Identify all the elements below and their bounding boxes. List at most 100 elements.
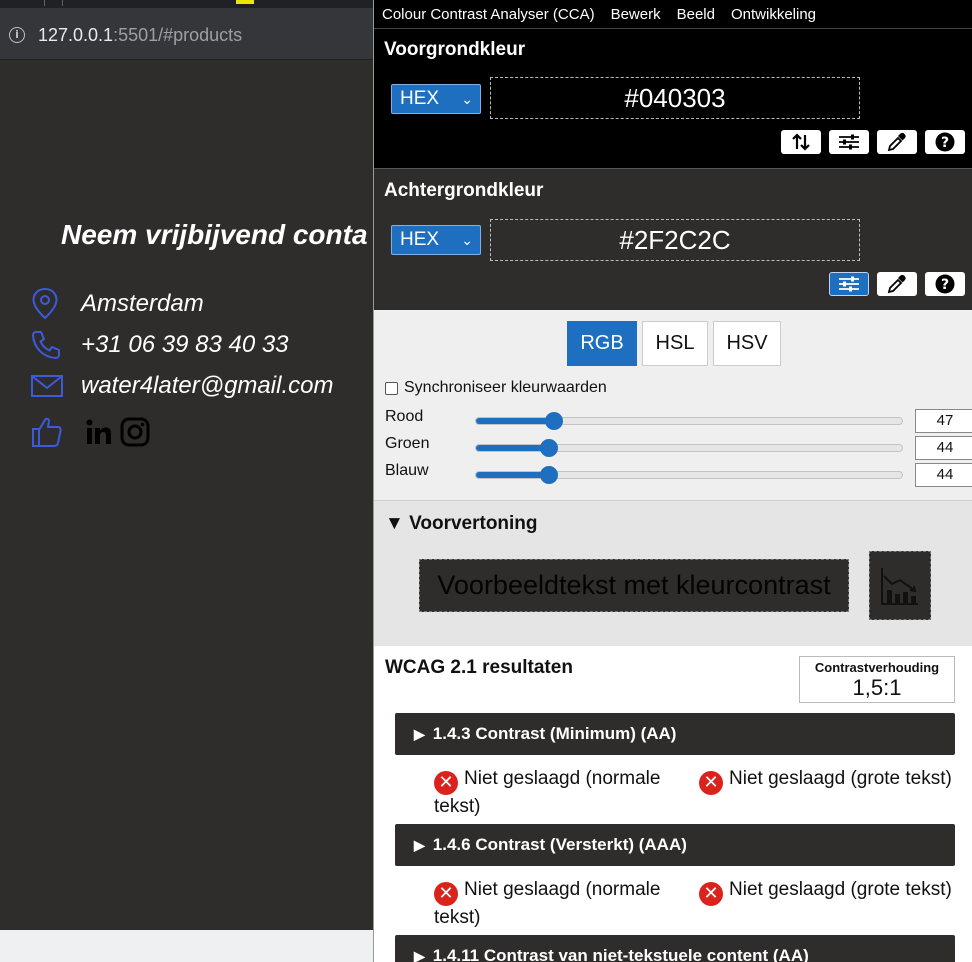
- url-host: 127.0.0.1: [38, 25, 114, 45]
- tab-separator: [44, 0, 45, 6]
- criterion-title: 1.4.6 Contrast (Versterkt) (AAA): [432, 835, 687, 854]
- help-icon: ?: [935, 274, 955, 294]
- triangle-right-icon: ▶: [414, 726, 425, 742]
- contact-phone: +31 06 39 83 40 33: [30, 327, 289, 363]
- social-links: [30, 415, 150, 449]
- menu-app[interactable]: Colour Contrast Analyser (CCA): [382, 6, 595, 23]
- menu-view[interactable]: Beeld: [677, 6, 715, 23]
- instagram-icon[interactable]: [120, 417, 150, 447]
- preview-sample: Voorbeeldtekst met kleurcontrast: [419, 559, 849, 612]
- menu-edit[interactable]: Bewerk: [611, 6, 661, 23]
- contact-email: water4later@gmail.com: [30, 368, 333, 404]
- color-sliders-section: RGB HSL HSV Synchroniseer kleurwaarden R…: [374, 310, 972, 500]
- thumbs-up-icon[interactable]: [30, 415, 64, 449]
- blue-value-input[interactable]: 44: [915, 463, 972, 487]
- triangle-right-icon: ▶: [414, 837, 425, 853]
- chevron-down-icon: ⌄: [461, 91, 473, 107]
- foreground-format-select[interactable]: HEX ⌄: [391, 84, 481, 114]
- background-format-select[interactable]: HEX ⌄: [391, 225, 481, 255]
- slider-red[interactable]: [475, 417, 903, 425]
- tab-separator: [62, 0, 63, 6]
- preview-section: ▼ Voorvertoning Voorbeeldtekst met kleur…: [374, 500, 972, 646]
- slider-label-blue: Blauw: [385, 462, 429, 479]
- contact-location: Amsterdam: [30, 286, 204, 322]
- tab-indicator[interactable]: [236, 0, 254, 4]
- background-title: Achtergrondkleur: [384, 180, 544, 201]
- contrast-ratio-label: Contrastverhouding: [814, 660, 940, 675]
- result-normal-text: ✕ Niet geslaagd (normale tekst): [434, 878, 684, 929]
- menu-develop[interactable]: Ontwikkeling: [731, 6, 816, 23]
- tab-hsl[interactable]: HSL: [642, 321, 708, 366]
- criterion-1-4-11-header[interactable]: ▶ 1.4.11 Contrast van niet-tekstuele cont…: [395, 935, 955, 962]
- foreground-eyedropper-button[interactable]: [877, 130, 917, 154]
- url-text[interactable]: 127.0.0.1:5501/#products: [38, 25, 242, 46]
- fail-x-icon: ✕: [699, 882, 723, 906]
- fail-x-icon: ✕: [434, 771, 458, 795]
- contrast-ratio-box: Contrastverhouding 1,5:1: [799, 656, 955, 703]
- triangle-down-icon: ▼: [385, 513, 404, 534]
- result-large-text: ✕ Niet geslaagd (grote tekst): [699, 767, 972, 795]
- contrast-ratio-value: 1,5:1: [852, 675, 902, 700]
- result-large-text: ✕ Niet geslaagd (grote tekst): [699, 878, 972, 906]
- result-normal-text: ✕ Niet geslaagd (normale tekst): [434, 767, 684, 818]
- slider-fill: [476, 472, 550, 478]
- url-path: :5501/#products: [113, 25, 243, 45]
- criterion-1-4-3-header[interactable]: ▶ 1.4.3 Contrast (Minimum) (AA): [395, 713, 955, 755]
- foreground-section: Voorgrondkleur HEX ⌄ #040303 ?: [374, 29, 972, 168]
- background-help-button[interactable]: ?: [925, 272, 965, 296]
- slider-thumb-blue[interactable]: [540, 466, 559, 484]
- svg-text:?: ?: [941, 135, 949, 151]
- fail-x-icon: ✕: [699, 771, 723, 795]
- foreground-format-value: HEX: [400, 88, 440, 109]
- contact-phone-text: +31 06 39 83 40 33: [81, 331, 289, 358]
- eyedropper-icon: [887, 274, 906, 294]
- envelope-icon: [31, 375, 63, 397]
- tab-hsv[interactable]: HSV: [713, 321, 781, 366]
- result-normal-label: Niet geslaagd (normale tekst): [434, 879, 661, 928]
- slider-thumb-green[interactable]: [540, 439, 559, 457]
- red-value-input[interactable]: 47: [915, 409, 972, 433]
- background-hex-input[interactable]: #2F2C2C: [490, 219, 860, 261]
- checkbox-box[interactable]: [385, 381, 398, 395]
- preview-toggle[interactable]: ▼ Voorvertoning: [385, 513, 538, 535]
- sliders-icon: [839, 276, 859, 292]
- chart-button[interactable]: [869, 551, 931, 620]
- sync-label: Synchroniseer kleurwaarden: [404, 379, 607, 396]
- tab-rgb[interactable]: RGB: [567, 321, 637, 366]
- slider-thumb-red[interactable]: [544, 412, 563, 430]
- result-large-label: Niet geslaagd (grote tekst): [729, 879, 952, 900]
- triangle-right-icon: ▶: [414, 948, 425, 962]
- background-eyedropper-button[interactable]: [877, 272, 917, 296]
- sliders-icon: [839, 134, 859, 150]
- green-value-input[interactable]: 44: [915, 436, 972, 460]
- background-format-value: HEX: [400, 229, 440, 250]
- result-normal-label: Niet geslaagd (normale tekst): [434, 768, 661, 817]
- slider-fill: [476, 445, 550, 451]
- foreground-title: Voorgrondkleur: [384, 39, 526, 60]
- swap-arrows-icon: [792, 133, 810, 151]
- criterion-title: 1.4.3 Contrast (Minimum) (AA): [432, 724, 677, 743]
- help-icon: ?: [935, 132, 955, 152]
- phone-icon: [32, 331, 60, 359]
- wcag-title: WCAG 2.1 resultaten: [385, 657, 573, 678]
- contact-location-text: Amsterdam: [81, 290, 204, 317]
- result-large-label: Niet geslaagd (grote tekst): [729, 768, 952, 789]
- info-icon[interactable]: i: [9, 27, 25, 43]
- cca-window: Colour Contrast Analyser (CCA) Bewerk Be…: [373, 0, 972, 962]
- criterion-1-4-6-header[interactable]: ▶ 1.4.6 Contrast (Versterkt) (AAA): [395, 824, 955, 866]
- foreground-help-button[interactable]: ?: [925, 130, 965, 154]
- background-adjust-button[interactable]: [829, 272, 869, 296]
- wcag-results-section: WCAG 2.1 resultaten Contrastverhouding 1…: [374, 646, 972, 962]
- linkedin-icon[interactable]: [85, 418, 113, 446]
- slider-fill: [476, 418, 555, 424]
- slider-label-red: Rood: [385, 408, 424, 425]
- chevron-down-icon: ⌄: [461, 232, 473, 248]
- sync-checkbox[interactable]: Synchroniseer kleurwaarden: [385, 379, 607, 397]
- swap-colors-button[interactable]: [781, 130, 821, 154]
- fail-x-icon: ✕: [434, 882, 458, 906]
- preview-title-text: Voorvertoning: [409, 513, 538, 534]
- eyedropper-icon: [887, 132, 906, 152]
- foreground-hex-input[interactable]: #040303: [490, 77, 860, 119]
- svg-text:?: ?: [941, 277, 949, 293]
- foreground-adjust-button[interactable]: [829, 130, 869, 154]
